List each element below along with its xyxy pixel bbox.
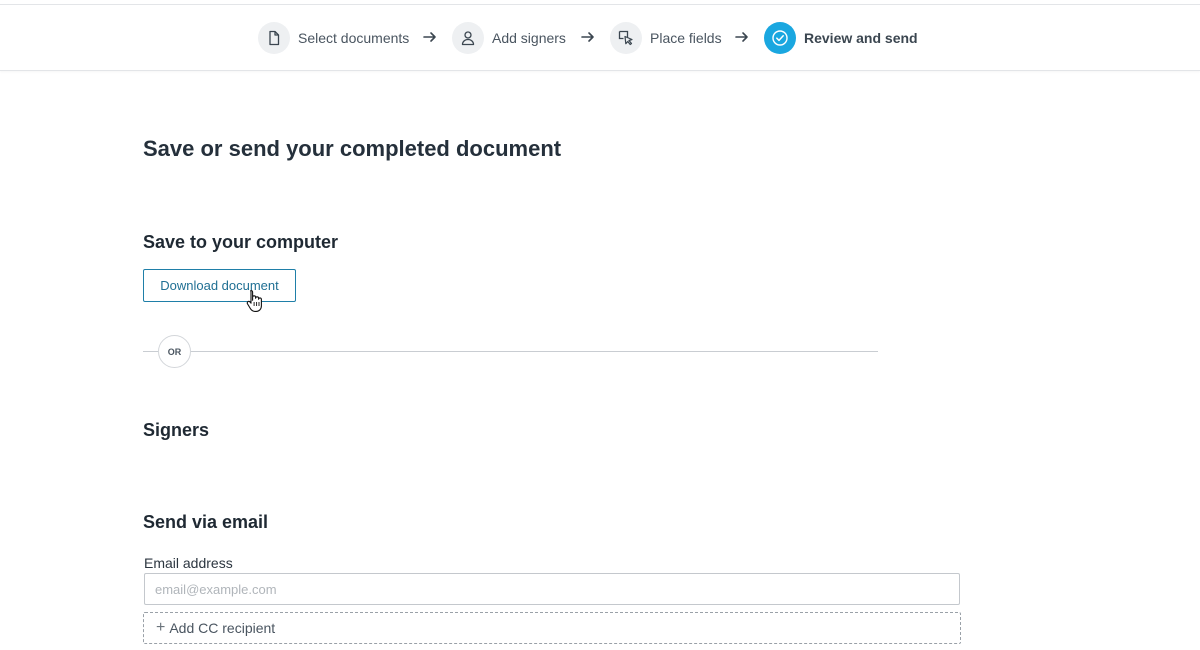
arrow-right-icon [581,32,594,42]
email-address-label: Email address [144,555,233,571]
check-circle-icon [764,21,796,54]
document-icon [258,21,290,54]
place-field-icon [610,21,642,54]
step-label: Select documents [298,29,410,46]
step-label: Place fields [650,29,722,46]
add-cc-label: Add CC recipient [169,620,276,636]
step-place-fields[interactable]: Place fields [610,21,722,54]
step-label: Add signers [492,29,566,46]
step-add-signers[interactable]: Add signers [452,21,566,54]
progress-stepper: Select documents Add signers Place field… [0,0,1200,71]
step-select-documents[interactable]: Select documents [258,21,409,54]
page-title: Save or send your completed document [143,136,562,161]
download-document-button[interactable]: Download document [143,269,296,302]
signers-heading: Signers [143,420,210,440]
arrow-right-icon [735,32,748,42]
save-section-heading: Save to your computer [143,232,339,252]
email-field[interactable] [144,573,960,605]
add-cc-recipient-button[interactable]: + Add CC recipient [143,612,961,644]
arrow-right-icon [423,32,436,42]
step-review-and-send[interactable]: Review and send [764,21,918,54]
or-divider [143,351,878,352]
plus-icon: + [156,619,166,636]
or-badge: OR [158,335,191,368]
step-label: Review and send [804,29,918,46]
email-section-heading: Send via email [143,512,269,532]
hand-cursor-icon [246,289,262,312]
person-icon [452,21,484,54]
